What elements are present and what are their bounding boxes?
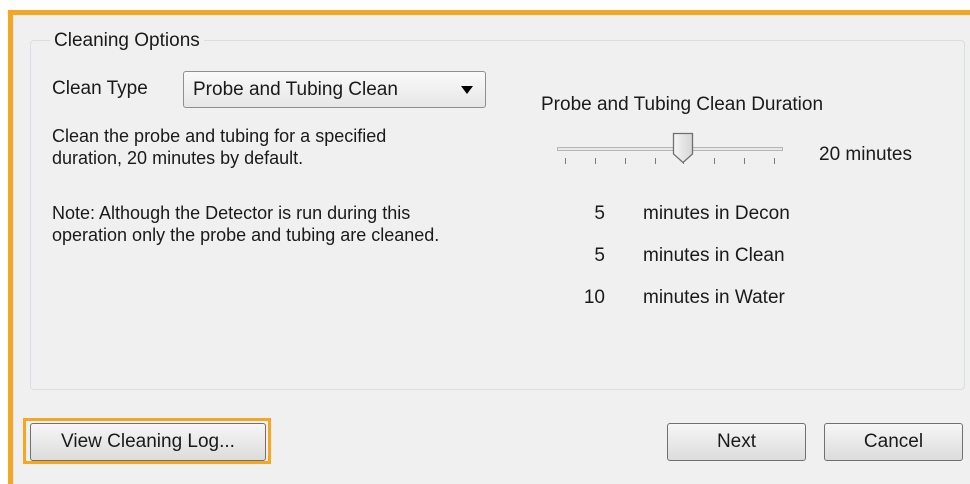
slider-tick: [774, 158, 775, 164]
next-button[interactable]: Next: [667, 423, 806, 461]
duration-value: 20 minutes: [819, 144, 912, 165]
note-line-1: Note: Although the Detector is run durin…: [52, 203, 411, 223]
clean-amount: 5: [594, 245, 605, 266]
duration-title: Probe and Tubing Clean Duration: [541, 94, 824, 115]
description-line-2: duration, 20 minutes by default.: [52, 148, 304, 168]
chevron-down-icon[interactable]: [461, 86, 473, 94]
note-line-2: operation only the probe and tubing are …: [52, 225, 440, 245]
slider-tick: [744, 158, 745, 164]
clean-type-label: Clean Type: [52, 78, 148, 99]
group-title: Cleaning Options: [50, 30, 204, 52]
decon-amount: 5: [594, 203, 605, 224]
water-label: minutes in Water: [643, 287, 785, 308]
cancel-button[interactable]: Cancel: [824, 423, 963, 461]
slider-tick: [625, 158, 626, 164]
slider-tick: [714, 158, 715, 164]
slider-tick: [565, 158, 566, 164]
highlight-border-left: [8, 10, 13, 484]
duration-slider-track[interactable]: [557, 147, 783, 151]
clean-type-selected: Probe and Tubing Clean: [193, 79, 398, 100]
slider-tick: [655, 158, 656, 164]
view-cleaning-log-button[interactable]: View Cleaning Log...: [30, 423, 266, 461]
cleaning-dialog: Cleaning Options Clean Type Probe and Tu…: [0, 0, 970, 484]
clean-label: minutes in Clean: [643, 245, 785, 266]
water-amount: 10: [583, 287, 605, 308]
decon-label: minutes in Decon: [643, 203, 790, 224]
duration-slider-thumb[interactable]: [672, 132, 694, 164]
clean-type-dropdown[interactable]: Probe and Tubing Clean: [183, 71, 486, 108]
slider-tick: [595, 158, 596, 164]
highlight-border-top: [8, 10, 970, 15]
description-line-1: Clean the probe and tubing for a specifi…: [52, 126, 387, 146]
